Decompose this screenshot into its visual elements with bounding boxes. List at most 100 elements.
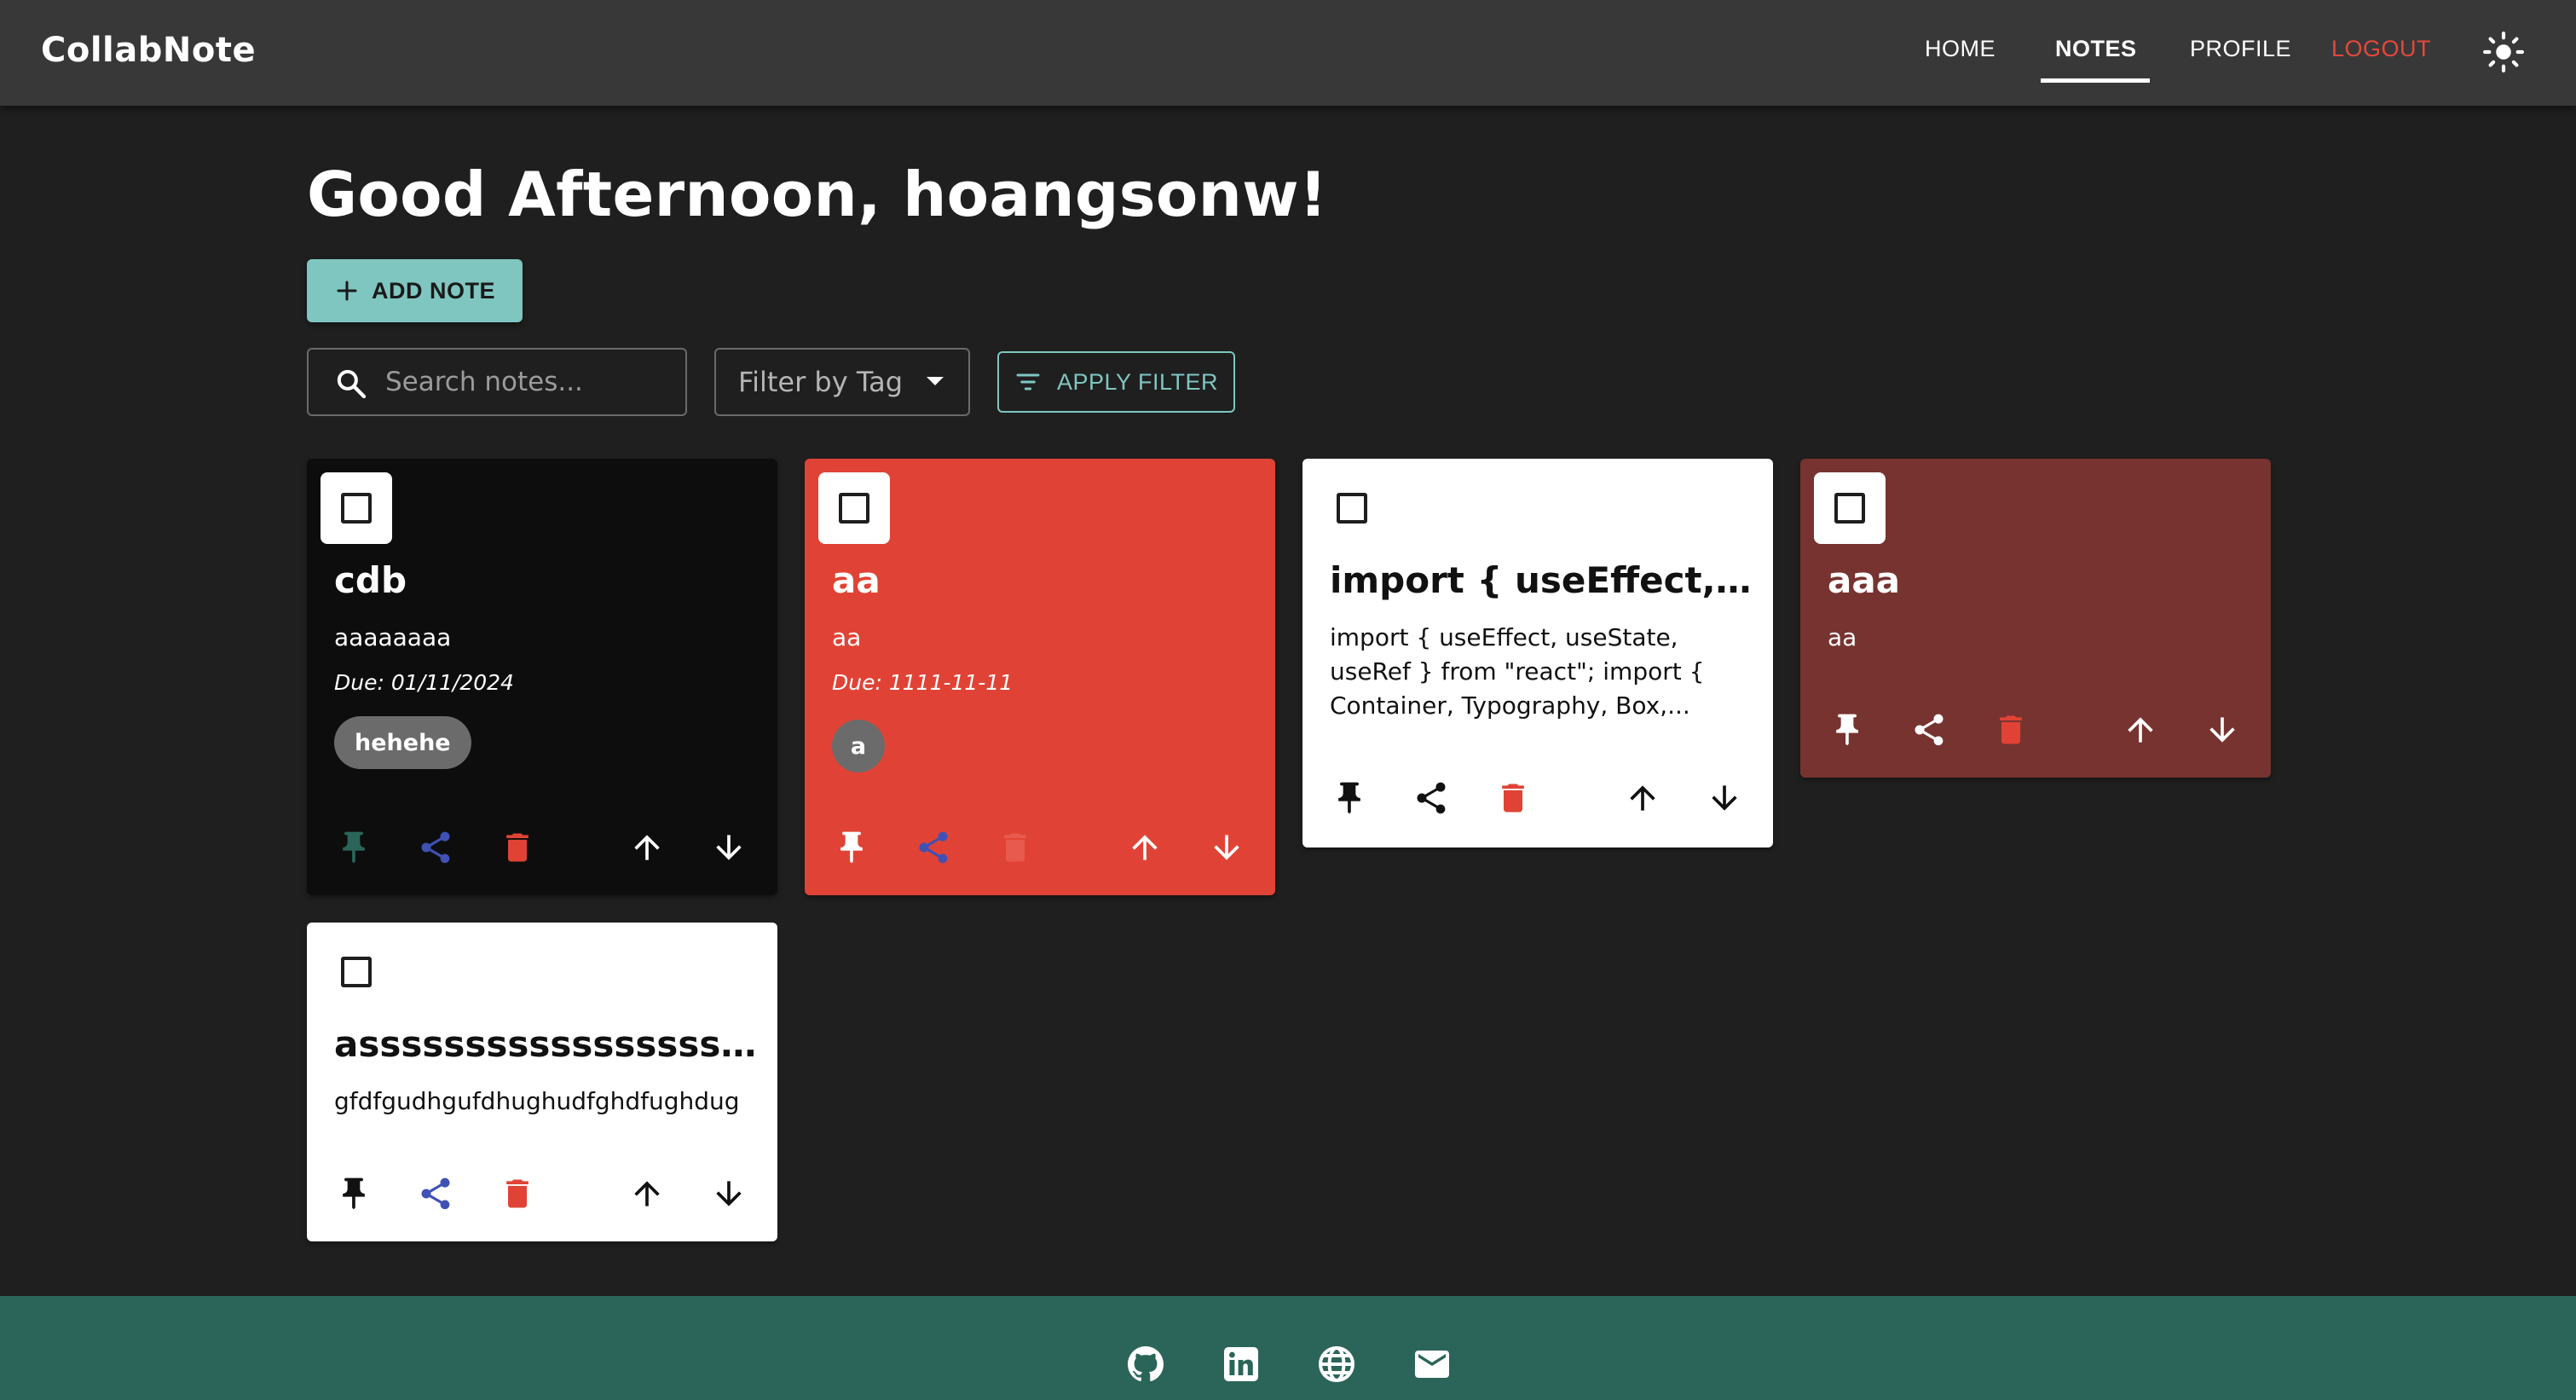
arrow-up-icon [1630,785,1655,811]
pin-icon [840,831,863,864]
plus-icon [337,281,357,301]
share-button[interactable] [415,1173,456,1214]
apply-filter-button[interactable]: APPLY FILTER [997,351,1235,413]
note-card[interactable]: aaa aa [1800,459,2271,778]
checkbox-box [341,493,372,524]
note-card[interactable]: aa aa Due: 1111-11-11 a [805,459,1275,895]
pin-icon [1338,782,1360,814]
note-due-date: Due: 01/11/2024 [334,670,514,695]
tag-filter-select[interactable]: Filter by Tag [714,348,970,416]
filter-icon [1016,373,1040,390]
note-title: aa [832,559,881,601]
nav-home[interactable]: HOME [1925,36,1996,62]
arrow-down-icon [1712,785,1737,811]
arrow-down-icon [1214,835,1239,860]
arrow-down-icon [716,1181,742,1206]
pin-button[interactable] [333,827,374,868]
email-icon [1415,1351,1449,1378]
note-content: import { useEffect, useState, useRef } f… [1330,623,1705,720]
note-select-checkbox[interactable] [1814,472,1886,544]
note-select-checkbox[interactable] [1316,472,1388,544]
trash-icon [1004,833,1026,862]
page-greeting: Good Afternoon, hoangsonw! [307,159,1328,230]
note-select-checkbox[interactable] [818,472,890,544]
move-up-button[interactable] [627,827,667,868]
delete-button[interactable] [1990,709,2031,750]
note-title: aaa [1828,559,1901,601]
note-card[interactable]: import { useEffect, use... import { useE… [1302,459,1773,848]
note-content: aa [832,623,862,651]
note-title: asssssssssssssssssss... [334,1023,760,1065]
note-title: import { useEffect, use... [1330,559,1756,601]
add-note-button[interactable]: ADD NOTE [307,259,523,322]
move-down-button[interactable] [708,827,749,868]
trash-icon [2000,715,2022,744]
note-select-checkbox[interactable] [321,936,392,1008]
delete-button[interactable] [497,1173,538,1214]
add-note-label: ADD NOTE [372,277,495,304]
pin-icon [343,1177,365,1210]
checkbox-box [1834,493,1865,524]
tag-filter-label: Filter by Tag [738,366,904,398]
email-link[interactable] [1412,1344,1453,1385]
app-bar: CollabNote HOME NOTES PROFILE LOGOUT [0,0,2576,106]
note-title: cdb [334,559,407,601]
checkbox-box [839,493,869,524]
search-field[interactable] [307,348,687,416]
delete-button[interactable] [995,827,1036,868]
pin-icon [343,831,365,864]
delete-button[interactable] [497,827,538,868]
note-content: aaaaaaaa [334,623,452,651]
share-icon [421,1177,450,1210]
share-button[interactable] [1909,709,1949,750]
trash-icon [506,1179,528,1208]
note-tag-chip[interactable]: hehehe [334,716,471,769]
globe-icon [1319,1346,1354,1382]
trash-icon [1502,784,1524,813]
move-up-button[interactable] [2120,709,2161,750]
theme-toggle-button[interactable] [2482,31,2525,73]
nav-active-indicator [2041,78,2150,83]
linkedin-link[interactable] [1221,1344,1262,1385]
arrow-up-icon [634,1181,660,1206]
note-content: gfdfgudhgufdhughudfghdfughdug [334,1087,740,1115]
website-link[interactable] [1316,1344,1357,1385]
caret-down-icon [927,377,944,385]
pin-icon [1836,714,1858,746]
share-button[interactable] [415,827,456,868]
nav-logout[interactable]: LOGOUT [2331,36,2431,62]
move-up-button[interactable] [627,1173,667,1214]
move-up-button[interactable] [1622,778,1663,819]
note-due-date: Due: 1111-11-11 [832,670,1014,695]
nav-profile[interactable]: PROFILE [2190,36,2291,62]
search-input[interactable] [385,350,675,414]
note-card[interactable]: asssssssssssssssssss... gfdfgudhgufdhugh… [307,923,777,1241]
nav-notes[interactable]: NOTES [2055,36,2137,62]
note-card[interactable]: cdb aaaaaaaa Due: 01/11/2024 hehehe [307,459,777,895]
apply-filter-label: APPLY FILTER [1056,368,1219,395]
move-up-button[interactable] [1124,827,1165,868]
arrow-down-icon [2209,717,2235,743]
share-icon [421,831,450,864]
pin-button[interactable] [831,827,872,868]
sun-icon [2483,32,2524,72]
linkedin-icon [1224,1347,1258,1381]
delete-button[interactable] [1493,778,1533,819]
move-down-button[interactable] [2202,709,2243,750]
search-icon [337,369,367,399]
move-down-button[interactable] [1206,827,1247,868]
share-button[interactable] [1411,778,1452,819]
arrow-up-icon [1132,835,1158,860]
app-brand[interactable]: CollabNote [41,31,256,70]
share-icon [1915,714,1944,746]
pin-button[interactable] [1827,709,1868,750]
note-select-checkbox[interactable] [321,472,392,544]
pin-button[interactable] [333,1173,374,1214]
move-down-button[interactable] [708,1173,749,1214]
footer [0,1296,2576,1400]
move-down-button[interactable] [1704,778,1745,819]
github-link[interactable] [1125,1344,1166,1385]
share-button[interactable] [913,827,954,868]
pin-button[interactable] [1329,778,1370,819]
share-icon [919,831,948,864]
